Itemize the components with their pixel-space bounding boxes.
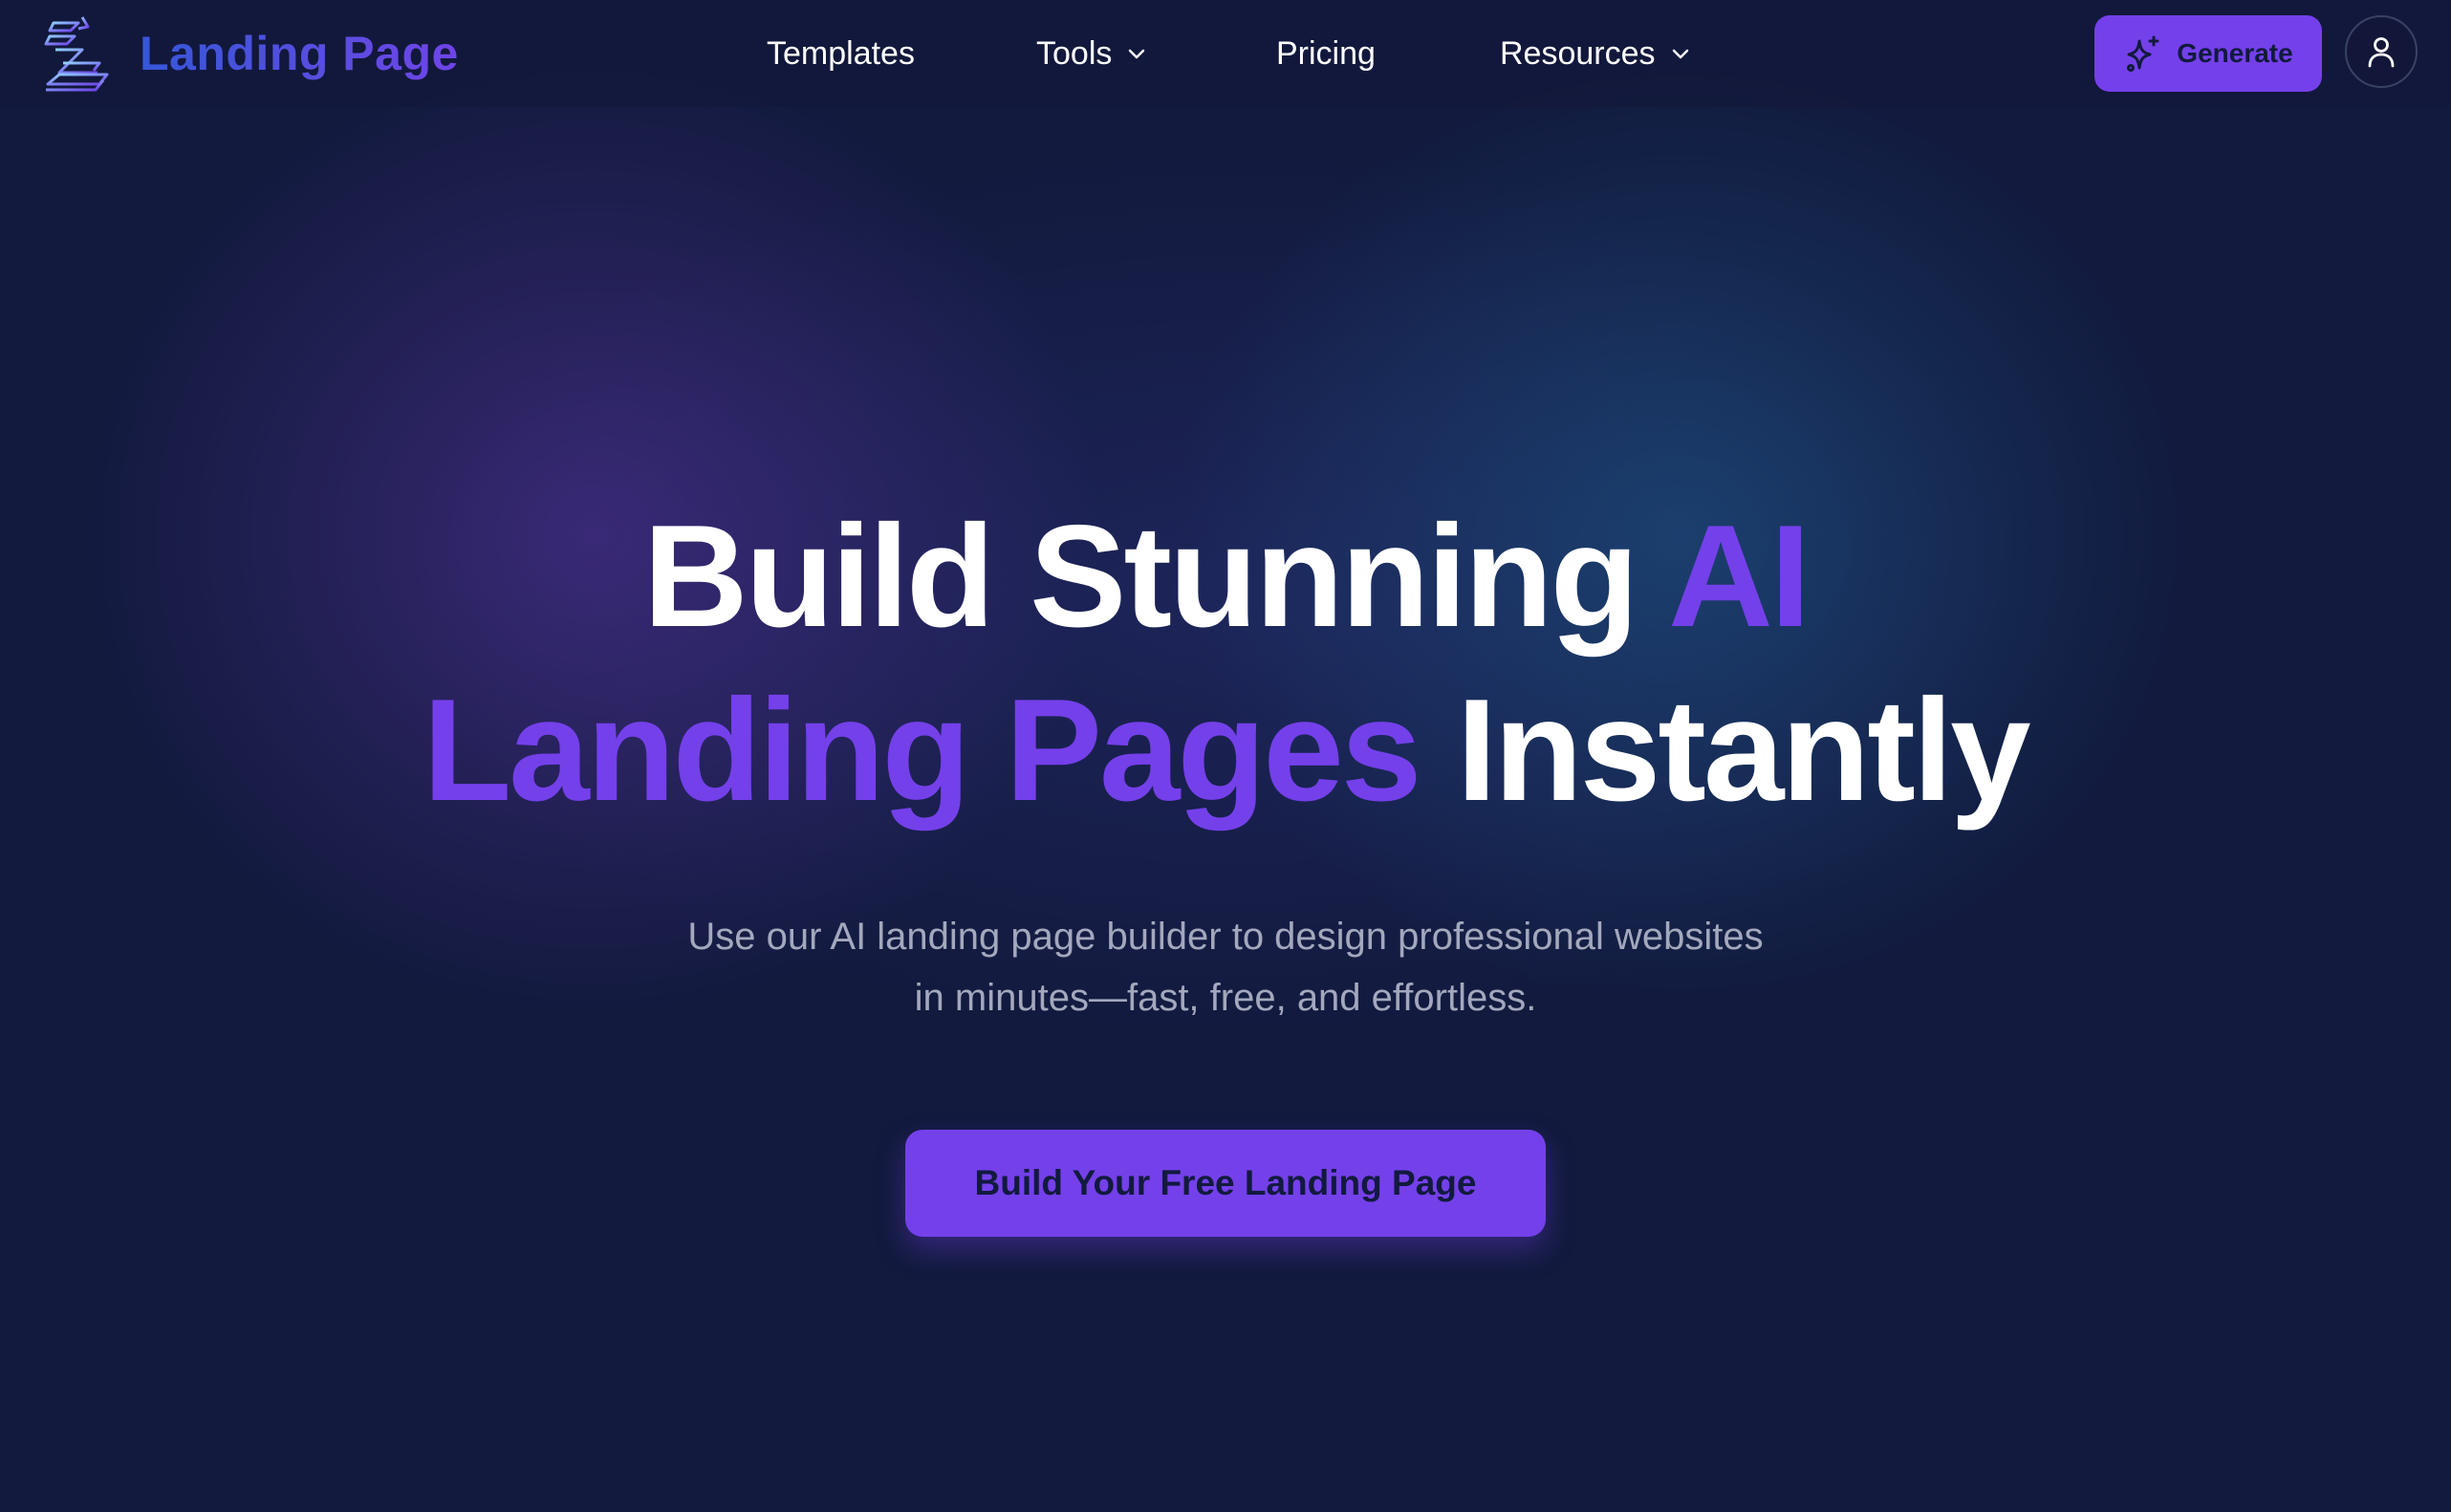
hero-section: Build Stunning AI Landing Pages Instantl… — [0, 489, 2451, 1237]
brand-name: Landing Page — [140, 27, 459, 80]
account-button[interactable] — [2345, 15, 2418, 88]
subtitle-line: in minutes—fast, free, and effortless. — [914, 977, 1537, 1019]
user-icon — [2368, 37, 2395, 68]
chevron-down-icon — [1129, 49, 1145, 59]
nav-item-templates[interactable]: Templates — [767, 29, 915, 78]
chevron-down-icon — [1672, 49, 1688, 59]
nav-item-label: Tools — [1036, 34, 1113, 72]
stacked-layers-logo-icon — [44, 16, 109, 92]
generate-button-label: Generate — [2177, 38, 2293, 68]
top-navigation-bar: Landing Page Templates Tools Pricing Res… — [0, 0, 2451, 107]
nav-item-tools[interactable]: Tools — [1036, 29, 1148, 78]
nav-item-pricing[interactable]: Pricing — [1276, 29, 1376, 78]
nav-item-resources[interactable]: Resources — [1500, 29, 1692, 78]
sparkle-icon — [2127, 35, 2159, 72]
brand-link[interactable]: Landing Page — [40, 15, 459, 92]
build-free-landing-page-button[interactable]: Build Your Free Landing Page — [905, 1130, 1546, 1237]
nav-item-label: Templates — [767, 34, 915, 72]
headline-accent: Landing Pages — [423, 669, 1421, 832]
headline-text: Build Stunning — [642, 495, 1669, 658]
headline-accent: AI — [1668, 495, 1811, 658]
hero-subtitle: Use our AI landing page builder to desig… — [652, 906, 1799, 1028]
nav-item-label: Pricing — [1276, 34, 1376, 72]
cta-button-label: Build Your Free Landing Page — [974, 1163, 1477, 1202]
subtitle-line: Use our AI landing page builder to desig… — [687, 916, 1764, 958]
hero-headline: Build Stunning AI Landing Pages Instantl… — [0, 489, 2451, 837]
headline-text: Instantly — [1419, 669, 2031, 832]
nav-item-label: Resources — [1500, 34, 1656, 72]
generate-button[interactable]: Generate — [2094, 15, 2322, 92]
